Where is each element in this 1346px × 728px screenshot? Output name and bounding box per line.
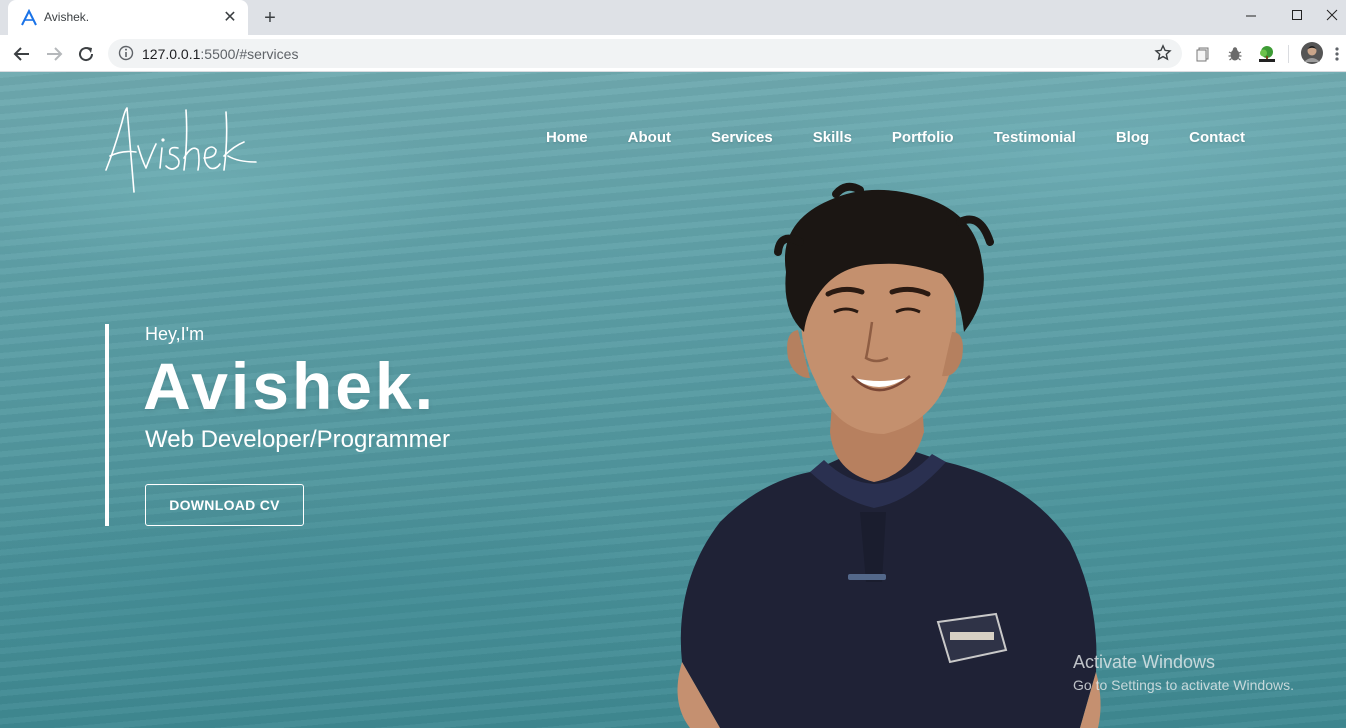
- reload-icon[interactable]: [72, 40, 100, 68]
- minimize-icon[interactable]: [1228, 0, 1274, 30]
- nav-home[interactable]: Home: [546, 129, 588, 146]
- activate-windows-watermark: Activate Windows Go to Settings to activ…: [1073, 652, 1294, 693]
- nav-services[interactable]: Services: [711, 129, 773, 146]
- nav-contact[interactable]: Contact: [1189, 129, 1245, 146]
- nav-blog[interactable]: Blog: [1116, 129, 1149, 146]
- address-bar[interactable]: 127.0.0.1:5500/#services: [108, 39, 1182, 68]
- tab-close-icon[interactable]: ✕: [220, 7, 240, 27]
- nav-portfolio[interactable]: Portfolio: [892, 129, 954, 146]
- browser-toolbar: 127.0.0.1:5500/#services: [0, 35, 1346, 72]
- download-cv-button[interactable]: DOWNLOAD CV: [145, 484, 304, 526]
- tab-strip: Avishek. ✕ +: [0, 0, 1346, 35]
- url-text: 127.0.0.1:5500/#services: [142, 46, 298, 62]
- copy-extension-icon[interactable]: [1192, 43, 1214, 65]
- nav-skills[interactable]: Skills: [813, 129, 852, 146]
- browser-tab[interactable]: Avishek. ✕: [8, 0, 248, 35]
- menu-icon[interactable]: [1330, 43, 1344, 65]
- profile-avatar[interactable]: [1300, 41, 1324, 65]
- nav-about[interactable]: About: [628, 129, 671, 146]
- tree-extension-icon[interactable]: [1256, 43, 1278, 65]
- plus-icon[interactable]: +: [258, 6, 282, 30]
- url-path: :5500/#services: [200, 46, 299, 62]
- nav-testimonial[interactable]: Testimonial: [994, 129, 1076, 146]
- info-icon[interactable]: [118, 45, 134, 61]
- hero-name: Avishek.: [143, 349, 437, 423]
- arrow-right-icon[interactable]: [40, 40, 68, 68]
- watermark-subtitle: Go to Settings to activate Windows.: [1073, 677, 1294, 693]
- toolbar-divider: [1288, 45, 1289, 63]
- bug-extension-icon[interactable]: [1224, 43, 1246, 65]
- portrait-photo: [677, 182, 1101, 728]
- letter-a-icon: [21, 9, 37, 26]
- main-nav: Home About Services Skills Portfolio Tes…: [546, 129, 1245, 146]
- maximize-icon[interactable]: [1274, 0, 1320, 30]
- arrow-left-icon[interactable]: [8, 40, 36, 68]
- signature-logo[interactable]: [100, 100, 270, 200]
- close-icon[interactable]: [1318, 0, 1346, 30]
- tab-title: Avishek.: [44, 10, 90, 24]
- watermark-title: Activate Windows: [1073, 652, 1216, 672]
- hero-greeting: Hey,I'm: [145, 324, 205, 344]
- hero-accent-bar: [105, 324, 109, 526]
- hero-role: Web Developer/Programmer: [145, 426, 451, 453]
- star-icon[interactable]: [1154, 44, 1172, 62]
- hero-section: Home About Services Skills Portfolio Tes…: [0, 72, 1346, 728]
- url-host: 127.0.0.1: [142, 46, 201, 62]
